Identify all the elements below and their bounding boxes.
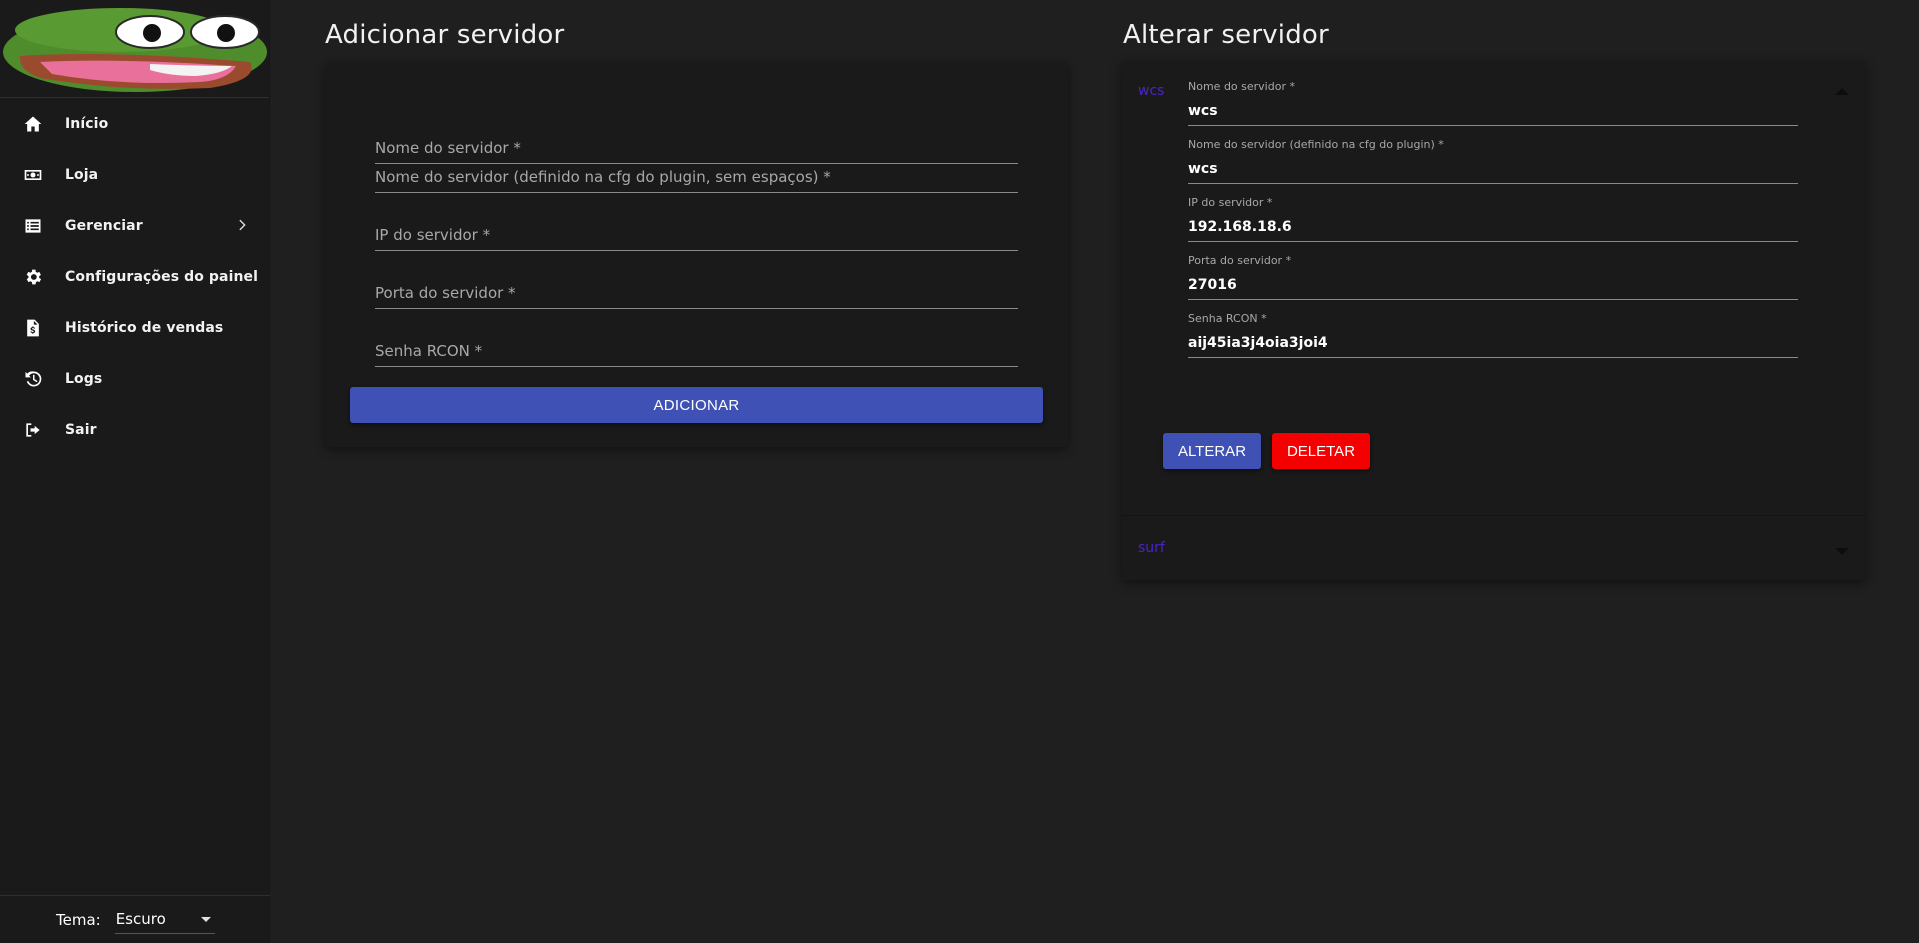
sidebar-item-label: Histórico de vendas: [65, 319, 224, 336]
invoice-icon: [22, 317, 44, 339]
field-value: wcs: [1188, 103, 1218, 119]
edit-server-ip-field[interactable]: IP do servidor * 192.168.18.6: [1188, 196, 1798, 242]
add-server-title: Adicionar servidor: [325, 20, 565, 50]
add-server-button[interactable]: ADICIONAR: [350, 387, 1043, 423]
server-cfg-name-input[interactable]: Nome do servidor (definido na cfg do plu…: [375, 163, 1018, 193]
sidebar-item-label: Logs: [65, 370, 103, 387]
expand-icon: [1835, 548, 1849, 555]
add-server-card: Nome do servidor * Nome do servidor (def…: [325, 62, 1068, 447]
sidebar-item-configuracoes[interactable]: Configurações do painel: [0, 251, 269, 302]
delete-server-button[interactable]: DELETAR: [1272, 433, 1370, 469]
accordion-title: wcs: [1138, 83, 1165, 99]
theme-bar: Tema: Escuro: [0, 895, 270, 943]
field-value: 192.168.18.6: [1188, 219, 1292, 235]
sidebar: Início Loja Gerenciar Configurações do p…: [0, 0, 270, 943]
field-label: Senha RCON *: [1188, 312, 1267, 325]
theme-label: Tema:: [56, 910, 101, 929]
theme-select-value: Escuro: [115, 910, 166, 928]
field-label: Nome do servidor (definido na cfg do plu…: [1188, 138, 1444, 151]
caret-down-icon: [200, 916, 211, 922]
server-ip-placeholder: IP do servidor *: [375, 226, 491, 244]
field-value: aij45ia3j4oia3joi4: [1188, 335, 1328, 351]
sidebar-item-logs[interactable]: Logs: [0, 353, 269, 404]
field-value: wcs: [1188, 161, 1218, 177]
list-icon: [22, 215, 44, 237]
server-port-placeholder: Porta do servidor *: [375, 284, 516, 302]
chevron-right-icon: [235, 217, 251, 233]
alter-server-button[interactable]: ALTERAR: [1163, 433, 1261, 469]
accordion-title: surf: [1138, 540, 1165, 556]
edit-server-title: Alterar servidor: [1123, 20, 1329, 50]
money-icon: [22, 164, 44, 186]
server-cfg-name-placeholder: Nome do servidor (definido na cfg do plu…: [375, 168, 831, 186]
server-ip-input[interactable]: IP do servidor *: [375, 221, 1018, 251]
logo[interactable]: [0, 0, 269, 98]
rcon-password-placeholder: Senha RCON *: [375, 342, 483, 360]
server-name-placeholder: Nome do servidor *: [375, 139, 521, 157]
sidebar-item-historico[interactable]: Histórico de vendas: [0, 302, 269, 353]
edit-server-cfg-name-field[interactable]: Nome do servidor (definido na cfg do plu…: [1188, 138, 1798, 184]
theme-select[interactable]: Escuro: [114, 906, 215, 934]
edit-server-name-field[interactable]: Nome do servidor * wcs: [1188, 80, 1798, 126]
field-label: Nome do servidor *: [1188, 80, 1295, 93]
sidebar-item-loja[interactable]: Loja: [0, 149, 269, 200]
sign-out-icon: [22, 419, 44, 441]
sidebar-item-label: Gerenciar: [65, 217, 143, 234]
server-port-input[interactable]: Porta do servidor *: [375, 279, 1018, 309]
gear-icon: [22, 266, 44, 288]
accordion-header-surf[interactable]: surf: [1122, 516, 1865, 580]
sidebar-item-label: Início: [65, 115, 109, 132]
server-accordion: wcs Nome do servidor * wcs Nome do servi…: [1122, 61, 1865, 580]
home-icon: [22, 113, 44, 135]
sidebar-item-label: Sair: [65, 421, 97, 438]
field-value: 27016: [1188, 277, 1237, 293]
sidebar-item-inicio[interactable]: Início: [0, 98, 269, 149]
sidebar-item-sair[interactable]: Sair: [0, 404, 269, 455]
sidebar-item-label: Loja: [65, 166, 99, 183]
sidebar-nav: Início Loja Gerenciar Configurações do p…: [0, 98, 269, 455]
history-icon: [22, 368, 44, 390]
rcon-password-input[interactable]: Senha RCON *: [375, 337, 1018, 367]
pepe-logo-icon: [3, 8, 267, 92]
field-label: Porta do servidor *: [1188, 254, 1292, 267]
field-label: IP do servidor *: [1188, 196, 1273, 209]
edit-server-port-field[interactable]: Porta do servidor * 27016: [1188, 254, 1798, 300]
server-name-input[interactable]: Nome do servidor *: [375, 134, 1018, 164]
sidebar-item-label: Configurações do painel: [65, 268, 259, 285]
edit-rcon-password-field[interactable]: Senha RCON * aij45ia3j4oia3joi4: [1188, 312, 1798, 358]
sidebar-item-gerenciar[interactable]: Gerenciar: [0, 200, 269, 251]
collapse-icon: [1835, 88, 1849, 95]
